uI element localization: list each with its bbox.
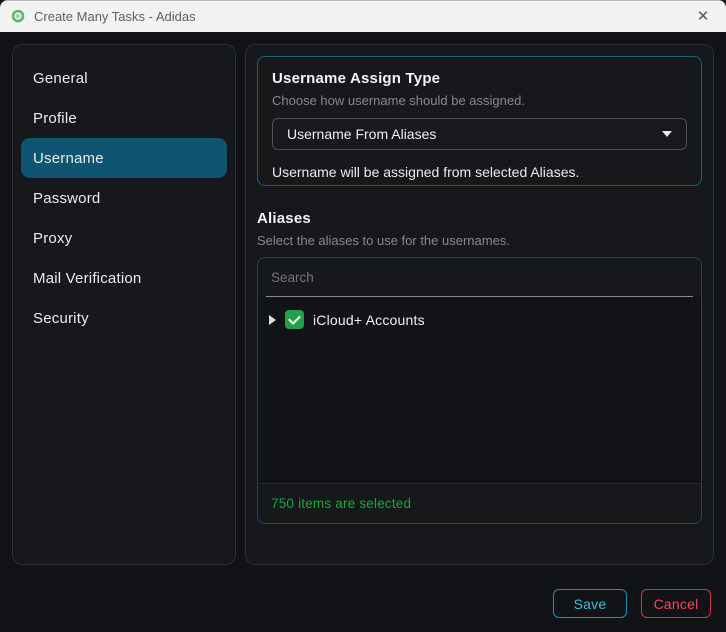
cancel-button[interactable]: Cancel xyxy=(641,589,711,618)
assign-type-title: Username Assign Type xyxy=(272,70,687,87)
sidebar-item-profile[interactable]: Profile xyxy=(21,98,227,138)
username-settings-panel: Username Assign Type Choose how username… xyxy=(245,44,714,565)
dialog-content: General Profile Username Password Proxy … xyxy=(0,32,726,632)
search-row xyxy=(258,258,701,297)
tree-row-icloud-accounts[interactable]: iCloud+ Accounts xyxy=(258,306,701,333)
save-button[interactable]: Save xyxy=(553,589,627,618)
app-logo-icon xyxy=(10,8,26,24)
chevron-down-icon xyxy=(662,131,672,137)
sidebar-item-proxy[interactable]: Proxy xyxy=(21,218,227,258)
aliases-tree: iCloud+ Accounts xyxy=(258,297,701,483)
tree-item-label: iCloud+ Accounts xyxy=(313,312,425,328)
expand-arrow-icon[interactable] xyxy=(269,315,276,325)
selected-count-status: 750 items are selected xyxy=(271,496,411,511)
search-input[interactable] xyxy=(266,258,693,297)
titlebar: Create Many Tasks - Adidas ✕ xyxy=(0,0,726,32)
assign-type-selected-option: Username From Aliases xyxy=(287,126,436,142)
assign-type-note: Username will be assigned from selected … xyxy=(272,164,687,180)
dialog-window: Create Many Tasks - Adidas ✕ General Pro… xyxy=(0,0,726,632)
assign-type-description: Choose how username should be assigned. xyxy=(272,93,687,108)
sidebar-item-password[interactable]: Password xyxy=(21,178,227,218)
sidebar-item-username[interactable]: Username xyxy=(21,138,227,178)
checked-checkbox-icon[interactable] xyxy=(285,310,304,329)
close-button[interactable]: ✕ xyxy=(680,0,726,32)
window-title: Create Many Tasks - Adidas xyxy=(34,9,196,24)
sidebar-item-mail-verification[interactable]: Mail Verification xyxy=(21,258,227,298)
sidebar-nav: General Profile Username Password Proxy … xyxy=(12,44,236,565)
aliases-footer: 750 items are selected xyxy=(258,483,701,523)
username-assign-type-card: Username Assign Type Choose how username… xyxy=(257,56,702,186)
aliases-title: Aliases xyxy=(257,210,702,227)
aliases-description: Select the aliases to use for the userna… xyxy=(257,233,702,248)
aliases-picker: iCloud+ Accounts 750 items are selected xyxy=(257,257,702,524)
aliases-section-header: Aliases Select the aliases to use for th… xyxy=(257,210,702,248)
assign-type-dropdown[interactable]: Username From Aliases xyxy=(272,118,687,150)
sidebar-item-general[interactable]: General xyxy=(21,58,227,98)
sidebar-item-security[interactable]: Security xyxy=(21,298,227,338)
